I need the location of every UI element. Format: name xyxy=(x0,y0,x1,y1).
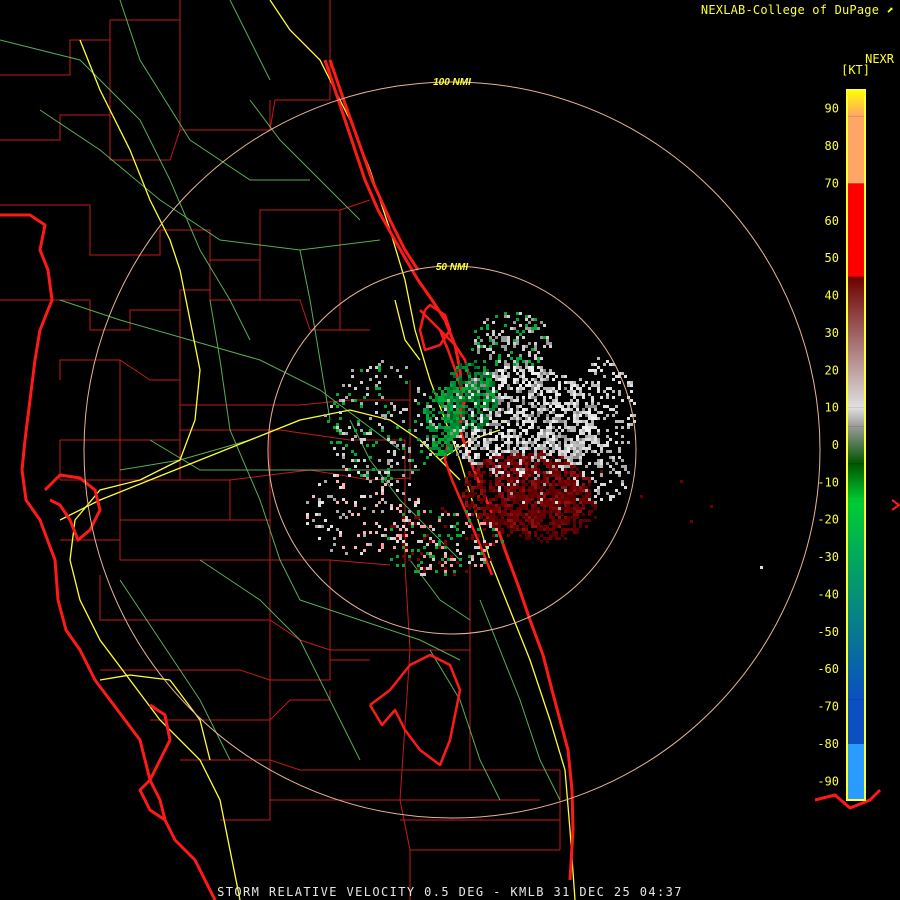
color-scale-segment xyxy=(847,276,865,408)
credit-logo-icon: ⬈ xyxy=(886,3,894,17)
range-ring-label-100: 100 NMI xyxy=(433,77,471,88)
scale-tick-label: 90 xyxy=(825,102,839,116)
unit-label: [KT] xyxy=(841,63,870,77)
scale-tick-label: 70 xyxy=(825,176,839,190)
color-scale-segment xyxy=(847,116,865,184)
scale-tick-label: 10 xyxy=(825,401,839,415)
color-scale-segment xyxy=(847,407,865,427)
color-scale-segment xyxy=(847,426,865,464)
scale-tick-label: 40 xyxy=(825,289,839,303)
color-scale-segment xyxy=(847,463,865,502)
scale-tick-label: -10 xyxy=(817,475,839,489)
scale-tick-label: 20 xyxy=(825,363,839,377)
scale-tick-label: -80 xyxy=(817,737,839,751)
scale-tick-label: 30 xyxy=(825,326,839,340)
scale-tick-label: -20 xyxy=(817,513,839,527)
scale-tick-label: -70 xyxy=(817,700,839,714)
color-scale-segment xyxy=(847,743,865,800)
scale-tick-label: -30 xyxy=(817,550,839,564)
scale-tick-label: 50 xyxy=(825,251,839,265)
scale-tick-label: -50 xyxy=(817,625,839,639)
product-caption: STORM RELATIVE VELOCITY 0.5 DEG - KMLB 3… xyxy=(217,885,683,899)
scale-tick-label: 80 xyxy=(825,139,839,153)
scale-tick-label: -90 xyxy=(817,774,839,788)
color-scale-segment xyxy=(847,501,865,700)
color-scale-segment xyxy=(847,699,865,744)
scale-tick-label: -60 xyxy=(817,662,839,676)
scale-tick-label: 60 xyxy=(825,214,839,228)
color-scale-segment xyxy=(847,183,865,277)
radar-map: 100 NMI 50 NMI 90 80 70 60 50 40 30 20 10 0 -10 -20… xyxy=(0,0,900,900)
color-scale-segment xyxy=(847,90,865,117)
velocity-color-scale xyxy=(846,89,866,801)
range-ring-label-50: 50 NMI xyxy=(436,262,468,273)
scale-tick-label: -40 xyxy=(817,587,839,601)
scale-tick-label: 0 xyxy=(832,438,839,452)
credit-label: NEXLAB-College of DuPage ⬈ xyxy=(700,3,894,17)
